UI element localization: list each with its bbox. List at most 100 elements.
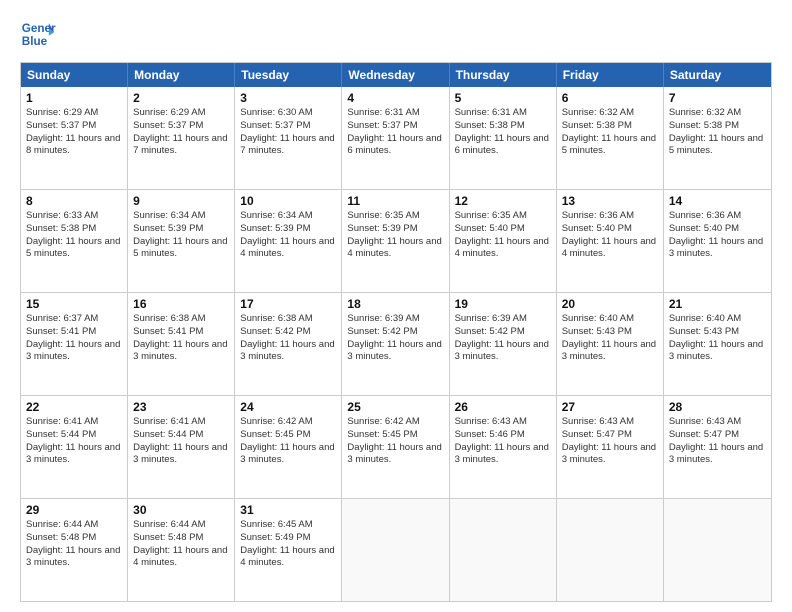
day-cell-30: 30Sunrise: 6:44 AMSunset: 5:48 PMDayligh… <box>128 499 235 601</box>
day-cell-23: 23Sunrise: 6:41 AMSunset: 5:44 PMDayligh… <box>128 396 235 498</box>
day-number: 9 <box>133 194 229 208</box>
day-number: 5 <box>455 91 551 105</box>
sunset-line: Sunset: 5:38 PM <box>669 120 766 133</box>
sunset-line: Sunset: 5:45 PM <box>347 429 443 442</box>
sunrise-line: Sunrise: 6:36 AM <box>669 210 766 223</box>
day-cell-21: 21Sunrise: 6:40 AMSunset: 5:43 PMDayligh… <box>664 293 771 395</box>
day-number: 29 <box>26 503 122 517</box>
header-day-wednesday: Wednesday <box>342 63 449 87</box>
header-day-friday: Friday <box>557 63 664 87</box>
daylight-line: Daylight: 11 hours and 3 minutes. <box>455 442 551 468</box>
day-number: 17 <box>240 297 336 311</box>
sunset-line: Sunset: 5:47 PM <box>669 429 766 442</box>
daylight-line: Daylight: 11 hours and 4 minutes. <box>240 545 336 571</box>
header-day-thursday: Thursday <box>450 63 557 87</box>
day-cell-24: 24Sunrise: 6:42 AMSunset: 5:45 PMDayligh… <box>235 396 342 498</box>
daylight-line: Daylight: 11 hours and 4 minutes. <box>562 236 658 262</box>
sunrise-line: Sunrise: 6:37 AM <box>26 313 122 326</box>
logo: General Blue <box>20 16 56 52</box>
sunset-line: Sunset: 5:40 PM <box>455 223 551 236</box>
sunset-line: Sunset: 5:43 PM <box>562 326 658 339</box>
daylight-line: Daylight: 11 hours and 3 minutes. <box>26 442 122 468</box>
day-number: 30 <box>133 503 229 517</box>
daylight-line: Daylight: 11 hours and 5 minutes. <box>133 236 229 262</box>
day-number: 18 <box>347 297 443 311</box>
header-day-sunday: Sunday <box>21 63 128 87</box>
header-day-saturday: Saturday <box>664 63 771 87</box>
daylight-line: Daylight: 11 hours and 4 minutes. <box>455 236 551 262</box>
day-cell-8: 8Sunrise: 6:33 AMSunset: 5:38 PMDaylight… <box>21 190 128 292</box>
sunrise-line: Sunrise: 6:40 AM <box>562 313 658 326</box>
day-cell-3: 3Sunrise: 6:30 AMSunset: 5:37 PMDaylight… <box>235 87 342 189</box>
empty-cell <box>450 499 557 601</box>
day-number: 14 <box>669 194 766 208</box>
day-number: 2 <box>133 91 229 105</box>
day-cell-7: 7Sunrise: 6:32 AMSunset: 5:38 PMDaylight… <box>664 87 771 189</box>
sunset-line: Sunset: 5:41 PM <box>133 326 229 339</box>
sunrise-line: Sunrise: 6:31 AM <box>455 107 551 120</box>
day-number: 15 <box>26 297 122 311</box>
day-number: 22 <box>26 400 122 414</box>
calendar-header: SundayMondayTuesdayWednesdayThursdayFrid… <box>21 63 771 87</box>
day-cell-11: 11Sunrise: 6:35 AMSunset: 5:39 PMDayligh… <box>342 190 449 292</box>
day-cell-29: 29Sunrise: 6:44 AMSunset: 5:48 PMDayligh… <box>21 499 128 601</box>
daylight-line: Daylight: 11 hours and 4 minutes. <box>347 236 443 262</box>
sunset-line: Sunset: 5:38 PM <box>26 223 122 236</box>
day-cell-14: 14Sunrise: 6:36 AMSunset: 5:40 PMDayligh… <box>664 190 771 292</box>
daylight-line: Daylight: 11 hours and 3 minutes. <box>240 339 336 365</box>
sunrise-line: Sunrise: 6:29 AM <box>133 107 229 120</box>
day-number: 13 <box>562 194 658 208</box>
day-cell-20: 20Sunrise: 6:40 AMSunset: 5:43 PMDayligh… <box>557 293 664 395</box>
sunset-line: Sunset: 5:42 PM <box>347 326 443 339</box>
sunrise-line: Sunrise: 6:32 AM <box>562 107 658 120</box>
sunrise-line: Sunrise: 6:34 AM <box>240 210 336 223</box>
daylight-line: Daylight: 11 hours and 5 minutes. <box>562 133 658 159</box>
day-number: 12 <box>455 194 551 208</box>
daylight-line: Daylight: 11 hours and 3 minutes. <box>347 339 443 365</box>
calendar-row-5: 29Sunrise: 6:44 AMSunset: 5:48 PMDayligh… <box>21 498 771 601</box>
sunset-line: Sunset: 5:44 PM <box>26 429 122 442</box>
daylight-line: Daylight: 11 hours and 3 minutes. <box>562 442 658 468</box>
sunset-line: Sunset: 5:47 PM <box>562 429 658 442</box>
day-number: 26 <box>455 400 551 414</box>
header: General Blue <box>20 16 772 52</box>
day-cell-25: 25Sunrise: 6:42 AMSunset: 5:45 PMDayligh… <box>342 396 449 498</box>
daylight-line: Daylight: 11 hours and 3 minutes. <box>347 442 443 468</box>
sunset-line: Sunset: 5:45 PM <box>240 429 336 442</box>
empty-cell <box>342 499 449 601</box>
day-number: 31 <box>240 503 336 517</box>
day-cell-6: 6Sunrise: 6:32 AMSunset: 5:38 PMDaylight… <box>557 87 664 189</box>
day-number: 7 <box>669 91 766 105</box>
sunrise-line: Sunrise: 6:40 AM <box>669 313 766 326</box>
day-number: 6 <box>562 91 658 105</box>
sunrise-line: Sunrise: 6:35 AM <box>455 210 551 223</box>
day-cell-22: 22Sunrise: 6:41 AMSunset: 5:44 PMDayligh… <box>21 396 128 498</box>
day-cell-26: 26Sunrise: 6:43 AMSunset: 5:46 PMDayligh… <box>450 396 557 498</box>
day-number: 27 <box>562 400 658 414</box>
daylight-line: Daylight: 11 hours and 3 minutes. <box>133 339 229 365</box>
sunrise-line: Sunrise: 6:44 AM <box>133 519 229 532</box>
sunset-line: Sunset: 5:39 PM <box>133 223 229 236</box>
header-day-tuesday: Tuesday <box>235 63 342 87</box>
day-cell-18: 18Sunrise: 6:39 AMSunset: 5:42 PMDayligh… <box>342 293 449 395</box>
sunset-line: Sunset: 5:39 PM <box>347 223 443 236</box>
calendar-row-1: 1Sunrise: 6:29 AMSunset: 5:37 PMDaylight… <box>21 87 771 189</box>
day-number: 16 <box>133 297 229 311</box>
sunrise-line: Sunrise: 6:29 AM <box>26 107 122 120</box>
sunrise-line: Sunrise: 6:41 AM <box>133 416 229 429</box>
day-cell-13: 13Sunrise: 6:36 AMSunset: 5:40 PMDayligh… <box>557 190 664 292</box>
sunrise-line: Sunrise: 6:43 AM <box>669 416 766 429</box>
logo-icon: General Blue <box>20 16 56 52</box>
sunset-line: Sunset: 5:40 PM <box>669 223 766 236</box>
sunrise-line: Sunrise: 6:45 AM <box>240 519 336 532</box>
sunrise-line: Sunrise: 6:44 AM <box>26 519 122 532</box>
daylight-line: Daylight: 11 hours and 3 minutes. <box>26 545 122 571</box>
daylight-line: Daylight: 11 hours and 3 minutes. <box>26 339 122 365</box>
daylight-line: Daylight: 11 hours and 7 minutes. <box>240 133 336 159</box>
daylight-line: Daylight: 11 hours and 3 minutes. <box>669 442 766 468</box>
sunrise-line: Sunrise: 6:30 AM <box>240 107 336 120</box>
day-cell-5: 5Sunrise: 6:31 AMSunset: 5:38 PMDaylight… <box>450 87 557 189</box>
day-cell-28: 28Sunrise: 6:43 AMSunset: 5:47 PMDayligh… <box>664 396 771 498</box>
sunrise-line: Sunrise: 6:38 AM <box>133 313 229 326</box>
daylight-line: Daylight: 11 hours and 4 minutes. <box>133 545 229 571</box>
